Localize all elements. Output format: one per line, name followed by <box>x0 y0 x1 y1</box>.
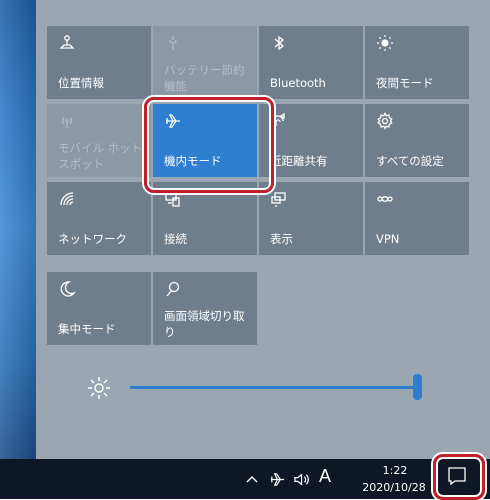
brightness-slider-thumb[interactable] <box>413 374 422 400</box>
tile-location[interactable]: 位置情報 <box>47 26 151 99</box>
ime-indicator[interactable]: A <box>319 466 331 487</box>
notification-icon[interactable] <box>446 465 468 487</box>
tile-connect[interactable]: 接続 <box>153 182 257 255</box>
snip-icon <box>163 279 183 299</box>
night-light-icon <box>375 33 395 53</box>
bluetooth-icon <box>269 33 289 53</box>
tile-label: 集中モード <box>58 322 116 336</box>
tile-label: 表示 <box>270 232 293 246</box>
tile-label: VPN <box>376 232 400 246</box>
tile-nearby-sharing[interactable]: 近距離共有 <box>259 104 363 177</box>
moon-icon <box>57 279 77 299</box>
hotspot-icon <box>57 111 77 131</box>
tile-network[interactable]: ネットワーク <box>47 182 151 255</box>
tile-mobile-hotspot[interactable]: モバイル ホットスポット <box>47 104 151 177</box>
speaker-icon[interactable] <box>292 469 312 489</box>
clock-date[interactable]: 2020/10/28 <box>352 481 436 494</box>
tile-label: 接続 <box>164 232 187 246</box>
network-icon <box>57 189 77 209</box>
tile-label: ネットワーク <box>58 232 127 246</box>
desktop-background <box>0 0 36 459</box>
tile-night-light[interactable]: 夜間モード <box>365 26 469 99</box>
connect-icon <box>163 189 183 209</box>
chevron-up-icon[interactable] <box>244 469 260 489</box>
tile-label: Bluetooth <box>270 76 326 90</box>
tile-label: 機内モード <box>164 154 222 168</box>
airplane-icon <box>163 111 183 131</box>
tile-battery-saver[interactable]: バッテリー節約機能 <box>153 26 257 99</box>
tile-label: 夜間モード <box>376 76 434 90</box>
tile-vpn[interactable]: VPN <box>365 182 469 255</box>
airplane-icon[interactable] <box>268 469 286 489</box>
brightness-slider-track[interactable] <box>130 386 418 389</box>
tile-snip[interactable]: 画面領域切り取り <box>153 272 257 345</box>
project-icon <box>269 189 289 209</box>
tile-label: 画面領域切り取り <box>164 309 245 339</box>
gear-icon <box>375 111 395 131</box>
tile-project[interactable]: 表示 <box>259 182 363 255</box>
vpn-icon <box>375 189 395 209</box>
tile-label: 位置情報 <box>58 76 104 90</box>
clock-time[interactable]: 1:22 <box>362 464 428 477</box>
tile-label: モバイル ホットスポット <box>58 141 143 171</box>
tile-label: 近距離共有 <box>270 154 328 168</box>
tile-focus-assist[interactable]: 集中モード <box>47 272 151 345</box>
tile-airplane-mode[interactable]: 機内モード <box>153 104 257 177</box>
location-icon <box>57 33 77 53</box>
tile-bluetooth[interactable]: Bluetooth <box>259 26 363 99</box>
sun-icon <box>86 375 112 401</box>
battery-saver-icon <box>163 33 183 53</box>
tile-all-settings[interactable]: すべての設定 <box>365 104 469 177</box>
tile-label: すべての設定 <box>376 154 444 168</box>
nearby-share-icon <box>269 111 289 131</box>
tile-label: バッテリー節約機能 <box>164 63 245 93</box>
